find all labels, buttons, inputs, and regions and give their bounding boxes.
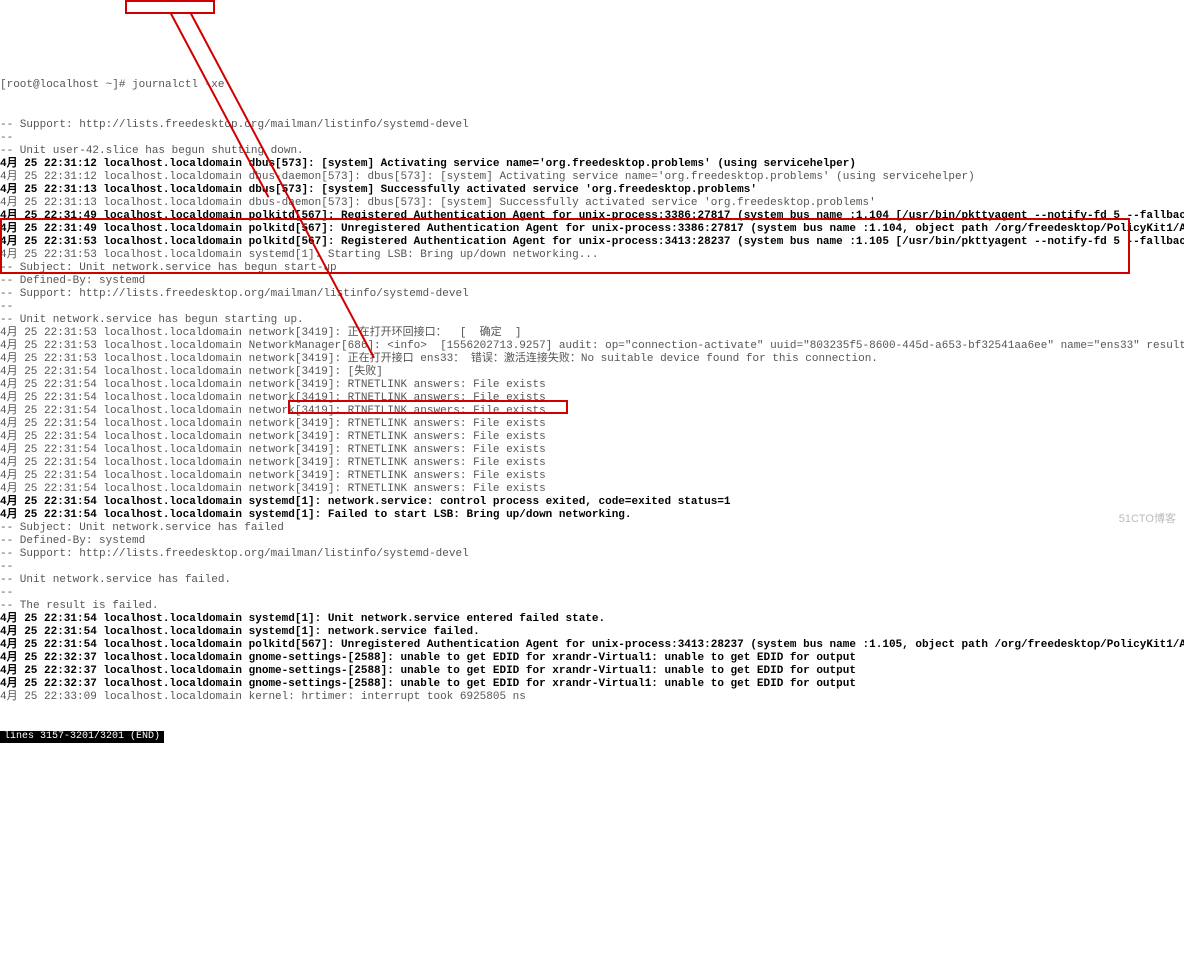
log-line: 4月 25 22:31:54 localhost.localdomain sys… xyxy=(0,509,1184,522)
log-line: 4月 25 22:31:12 localhost.localdomain dbu… xyxy=(0,158,1184,171)
log-line: -- Unit network.service has begun starti… xyxy=(0,314,1184,327)
log-line: 4月 25 22:31:13 localhost.localdomain dbu… xyxy=(0,197,1184,210)
log-line: -- Defined-By: systemd xyxy=(0,535,1184,548)
log-line: -- Subject: Unit network.service has fai… xyxy=(0,522,1184,535)
shell-prompt: [root@localhost ~]# xyxy=(0,79,132,91)
log-line: -- Support: http://lists.freedesktop.org… xyxy=(0,288,1184,301)
annotation-box-command xyxy=(125,0,215,14)
log-line: 4月 25 22:31:54 localhost.localdomain sys… xyxy=(0,613,1184,626)
log-line: -- Unit network.service has failed. xyxy=(0,574,1184,587)
log-line: 4月 25 22:31:53 localhost.localdomain pol… xyxy=(0,236,1184,249)
log-line: -- Support: http://lists.freedesktop.org… xyxy=(0,548,1184,561)
watermark: 51CTO博客 xyxy=(1119,513,1176,526)
log-line: 4月 25 22:31:54 localhost.localdomain net… xyxy=(0,457,1184,470)
log-line: 4月 25 22:32:37 localhost.localdomain gno… xyxy=(0,678,1184,691)
log-line: -- Support: http://lists.freedesktop.org… xyxy=(0,119,1184,132)
log-line: 4月 25 22:31:54 localhost.localdomain net… xyxy=(0,405,1184,418)
log-line: 4月 25 22:31:53 localhost.localdomain net… xyxy=(0,327,1184,340)
log-line: 4月 25 22:31:54 localhost.localdomain sys… xyxy=(0,496,1184,509)
pager-status: lines 3157-3201/3201 (END) xyxy=(0,730,1184,743)
log-line: 4月 25 22:31:53 localhost.localdomain net… xyxy=(0,353,1184,366)
log-line: 4月 25 22:31:54 localhost.localdomain net… xyxy=(0,366,1184,379)
command-text: journalctl -xe xyxy=(132,79,224,91)
log-line: -- The result is failed. xyxy=(0,600,1184,613)
log-line: 4月 25 22:31:54 localhost.localdomain net… xyxy=(0,431,1184,444)
pager-status-text: lines 3157-3201/3201 (END) xyxy=(0,731,164,743)
log-line: 4月 25 22:31:54 localhost.localdomain net… xyxy=(0,379,1184,392)
log-line: 4月 25 22:32:37 localhost.localdomain gno… xyxy=(0,665,1184,678)
log-line: -- xyxy=(0,561,1184,574)
log-line: 4月 25 22:31:54 localhost.localdomain pol… xyxy=(0,639,1184,652)
log-line: 4月 25 22:31:54 localhost.localdomain net… xyxy=(0,483,1184,496)
log-line: 4月 25 22:31:54 localhost.localdomain net… xyxy=(0,418,1184,431)
log-line: 4月 25 22:31:13 localhost.localdomain dbu… xyxy=(0,184,1184,197)
terminal-output[interactable]: [root@localhost ~]# journalctl -xe -- Su… xyxy=(0,53,1184,757)
log-line: 4月 25 22:31:54 localhost.localdomain net… xyxy=(0,470,1184,483)
log-line: 4月 25 22:31:54 localhost.localdomain net… xyxy=(0,444,1184,457)
log-line: -- Defined-By: systemd xyxy=(0,275,1184,288)
prompt-line: [root@localhost ~]# journalctl -xe xyxy=(0,79,1184,92)
log-line: 4月 25 22:31:54 localhost.localdomain net… xyxy=(0,392,1184,405)
log-line: -- xyxy=(0,587,1184,600)
log-lines: -- Support: http://lists.freedesktop.org… xyxy=(0,119,1184,704)
log-line: 4月 25 22:33:09 localhost.localdomain ker… xyxy=(0,691,1184,704)
log-line: 4月 25 22:31:12 localhost.localdomain dbu… xyxy=(0,171,1184,184)
log-line: 4月 25 22:32:37 localhost.localdomain gno… xyxy=(0,652,1184,665)
log-line: 4月 25 22:31:49 localhost.localdomain pol… xyxy=(0,223,1184,236)
log-line: -- xyxy=(0,301,1184,314)
log-line: 4月 25 22:31:54 localhost.localdomain sys… xyxy=(0,626,1184,639)
log-line: 4月 25 22:31:49 localhost.localdomain pol… xyxy=(0,210,1184,223)
log-line: 4月 25 22:31:53 localhost.localdomain sys… xyxy=(0,249,1184,262)
log-line: -- xyxy=(0,132,1184,145)
log-line: -- Subject: Unit network.service has beg… xyxy=(0,262,1184,275)
log-line: -- Unit user-42.slice has begun shutting… xyxy=(0,145,1184,158)
log-line: 4月 25 22:31:53 localhost.localdomain Net… xyxy=(0,340,1184,353)
